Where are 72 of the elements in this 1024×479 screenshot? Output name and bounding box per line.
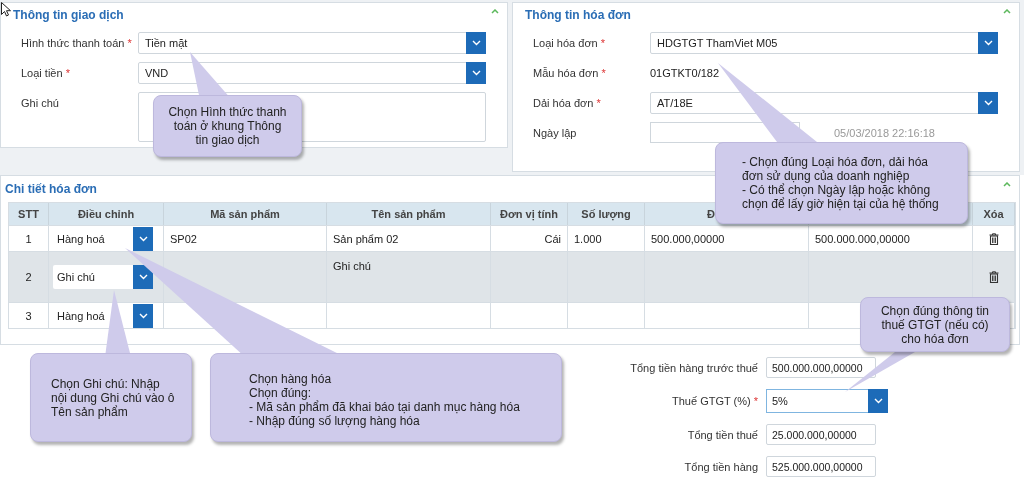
- collapse-icon[interactable]: [491, 9, 499, 14]
- field-label: Loại hóa đơn: [533, 37, 598, 49]
- field-label: Ngày lập: [533, 127, 577, 139]
- trash-icon[interactable]: [988, 232, 999, 245]
- column-header: Tên sản phẩm: [327, 203, 491, 225]
- table-cell: 2: [9, 251, 49, 302]
- table-cell: Ghi chú: [327, 251, 491, 302]
- select-field[interactable]: Tiền mặt: [138, 32, 486, 54]
- chevron-down-icon: [983, 100, 993, 106]
- column-header: Số lượng: [568, 203, 645, 225]
- chevron-down-icon: [471, 40, 481, 46]
- field-label: Thuế GTGT (%): [672, 395, 751, 407]
- table-cell: SP02: [164, 225, 327, 251]
- required-mark: *: [596, 97, 601, 109]
- callout: Chọn Ghi chú: Nhập nội dung Ghi chú vào ô Tên sản phẩm: [30, 353, 192, 442]
- required-mark: *: [753, 395, 758, 407]
- chevron-down-icon: [471, 70, 481, 76]
- dropdown-button[interactable]: [466, 62, 486, 84]
- dropdown-button[interactable]: [133, 265, 153, 289]
- field-label: Tổng tiền hàng trước thuế: [630, 361, 758, 374]
- dropdown-button[interactable]: [868, 389, 888, 413]
- trash-icon[interactable]: [988, 271, 999, 283]
- field-label: Mẫu hóa đơn: [533, 67, 599, 79]
- table-cell: 1.000: [568, 225, 645, 251]
- field-value: 01GTKT0/182: [650, 66, 721, 81]
- dropdown-button[interactable]: [133, 303, 153, 328]
- dropdown-button[interactable]: [978, 92, 998, 114]
- chevron-down-icon: [138, 312, 148, 319]
- table-cell: 500.000,00000: [645, 225, 809, 251]
- callout: Chọn hàng hóa Chọn đúng: - Mã sản phẩm đã khai báo tại danh mục hàng hóa - Nhập đúng số lượng hàng hóa: [210, 353, 562, 442]
- panel-title: Chi tiết hóa đơn: [5, 182, 97, 196]
- field-label: Dải hóa đơn: [533, 97, 594, 109]
- field-label: Tổng tiền hàng: [684, 460, 758, 473]
- select-field[interactable]: Hàng hoá: [53, 226, 153, 251]
- column-header: Đơn vị tính: [491, 203, 568, 225]
- column-header: Mã sản phẩm: [164, 203, 327, 225]
- column-header: Xóa: [973, 203, 1015, 225]
- field-label: Tổng tiền thuế: [687, 428, 758, 441]
- chevron-down-icon: [138, 274, 148, 280]
- chevron-down-icon: [983, 40, 993, 46]
- table-cell: 500.000.000,00000: [809, 225, 973, 251]
- table-cell: Sản phẩm 02: [327, 225, 491, 251]
- table-cell: Cái: [491, 225, 568, 251]
- select-field[interactable]: Hàng hoá: [53, 303, 153, 328]
- required-mark: *: [65, 67, 70, 79]
- field-label: Loại tiền: [21, 67, 63, 79]
- select-field[interactable]: AT/18E: [650, 92, 998, 114]
- total-field[interactable]: 25.000.000,00000: [766, 424, 876, 445]
- required-mark: *: [127, 37, 132, 49]
- panel-title: Thông tin giao dịch: [13, 8, 124, 22]
- dropdown-button[interactable]: [133, 226, 153, 251]
- dropdown-button[interactable]: [466, 32, 486, 54]
- required-mark: *: [601, 67, 606, 79]
- table-cell: 1: [9, 225, 49, 251]
- chevron-down-icon: [873, 398, 883, 404]
- select-field[interactable]: 5%: [766, 389, 888, 413]
- chevron-down-icon: [138, 235, 148, 242]
- table-cell: 3: [9, 302, 49, 328]
- select-field[interactable]: VND: [138, 62, 486, 84]
- select-field[interactable]: HDGTGT ThamViet M05: [650, 32, 998, 54]
- select-field[interactable]: Ghi chú: [53, 265, 153, 289]
- panel-title: Thông tin hóa đơn: [525, 8, 631, 22]
- collapse-icon[interactable]: [1003, 182, 1011, 187]
- collapse-icon[interactable]: [1003, 9, 1011, 14]
- dropdown-button[interactable]: [978, 32, 998, 54]
- column-header: STT: [9, 203, 49, 225]
- field-label: Hình thức thanh toán: [21, 37, 125, 49]
- total-field[interactable]: 525.000.000,00000: [766, 456, 876, 477]
- date-hint: 05/03/2018 22:16:18: [834, 126, 935, 139]
- field-label: Ghi chú: [21, 97, 59, 109]
- column-header: Điều chỉnh: [49, 203, 164, 225]
- required-mark: *: [600, 37, 606, 49]
